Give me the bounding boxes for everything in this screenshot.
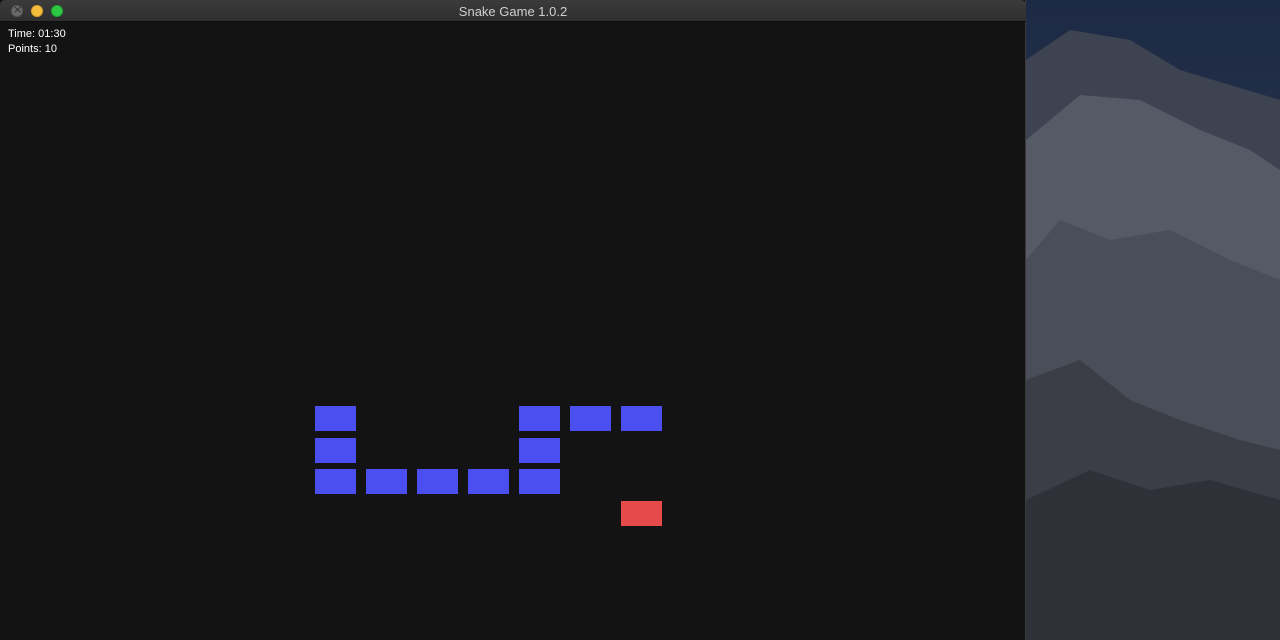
points-display: Points: 10 [8, 42, 57, 56]
time-display: Time: 01:30 [8, 27, 66, 41]
food-item [621, 501, 662, 526]
snake-segment [315, 406, 356, 431]
snake-segment [621, 406, 662, 431]
snake-segment [570, 406, 611, 431]
title-bar[interactable]: Snake Game 1.0.2 [0, 0, 1026, 22]
points-value: 10 [44, 43, 57, 55]
snake-segment [468, 469, 509, 494]
snake-segment [417, 469, 458, 494]
snake-game-window: Snake Game 1.0.2 Time: 01:30 Points: 10 [0, 0, 1026, 640]
time-label: Time: [8, 28, 36, 40]
snake-segment [315, 469, 356, 494]
points-label: Points: [8, 43, 42, 55]
time-value: 01:30 [38, 28, 66, 40]
window-title: Snake Game 1.0.2 [458, 4, 568, 19]
snake-segment [366, 469, 407, 494]
snake-segment [519, 438, 560, 463]
snake-segment [519, 406, 560, 431]
snake-segment [315, 438, 356, 463]
snake-segment [519, 469, 560, 494]
